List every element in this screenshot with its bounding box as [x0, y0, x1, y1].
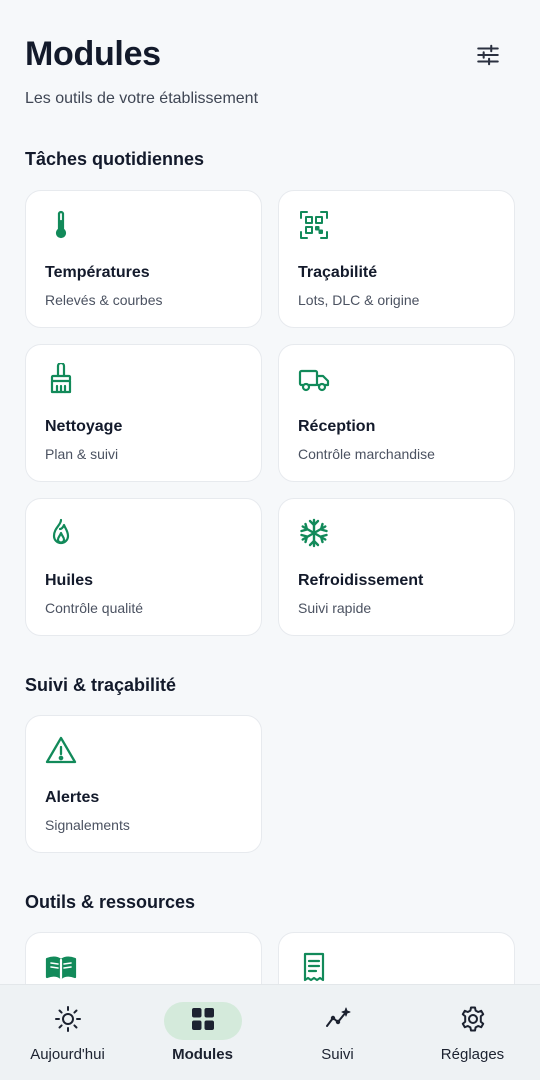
flame-icon — [52, 518, 70, 545]
card-subtitle: Suivi rapide — [298, 600, 372, 616]
card-title: Traçabilité — [298, 264, 378, 281]
warning-icon — [45, 736, 77, 764]
module-card-refroidissement[interactable]: Refroidissement Suivi rapide — [278, 498, 515, 636]
thermometer-icon — [55, 210, 67, 239]
card-subtitle: Signalements — [45, 817, 130, 833]
card-subtitle: Lots, DLC & origine — [298, 292, 420, 308]
nav-label: Suivi — [321, 1046, 354, 1063]
section-title-tools: Outils & ressources — [25, 892, 196, 912]
sun-icon — [54, 1005, 82, 1033]
receipt-icon — [303, 952, 325, 982]
nav-item-today[interactable]: Aujourd'hui — [0, 985, 135, 1080]
bottom-navigation: Aujourd'hui Modules Suivi Réglages — [0, 984, 540, 1080]
card-title: Alertes — [45, 789, 100, 806]
module-card-huiles[interactable]: Huiles Contrôle qualité — [25, 498, 262, 636]
nav-item-modules[interactable]: Modules — [135, 985, 270, 1080]
nav-item-settings[interactable]: Réglages — [405, 985, 540, 1080]
section-title-tracking: Suivi & traçabilité — [25, 675, 177, 695]
card-title: Réception — [298, 418, 376, 435]
card-title: Nettoyage — [45, 418, 123, 435]
nav-label: Modules — [172, 1046, 233, 1063]
gear-icon — [459, 1005, 487, 1033]
filter-button[interactable] — [471, 38, 505, 72]
nav-label: Aujourd'hui — [30, 1046, 105, 1063]
module-card-tracabilite[interactable]: Traçabilité Lots, DLC & origine — [278, 190, 515, 328]
card-subtitle: Relevés & courbes — [45, 292, 163, 308]
card-subtitle: Contrôle qualité — [45, 600, 144, 616]
grid-icon — [189, 1005, 217, 1033]
sliders-icon — [477, 44, 499, 66]
page-subtitle: Les outils de votre établissement — [25, 90, 259, 107]
truck-icon — [298, 369, 330, 392]
broom-icon — [50, 363, 72, 394]
card-subtitle: Plan & suivi — [45, 446, 119, 462]
page-header: Modules Les outils de votre établissemen… — [25, 34, 515, 107]
card-subtitle: Contrôle marchandise — [298, 446, 435, 462]
page-title: Modules — [25, 35, 161, 73]
card-title: Huiles — [45, 572, 94, 589]
book-icon — [45, 956, 77, 980]
card-title: Refroidissement — [298, 572, 424, 589]
nav-item-suivi[interactable]: Suivi — [270, 985, 405, 1080]
qr-code-icon — [300, 211, 328, 239]
module-card-nettoyage[interactable]: Nettoyage Plan & suivi — [25, 344, 262, 482]
trend-icon — [324, 1005, 352, 1033]
card-title: Températures — [45, 264, 150, 281]
section-title-daily: Tâches quotidiennes — [25, 149, 205, 169]
module-card-temperatures[interactable]: Températures Relevés & courbes — [25, 190, 262, 328]
module-card-reception[interactable]: Réception Contrôle marchandise — [278, 344, 515, 482]
nav-label: Réglages — [440, 1046, 505, 1063]
snowflake-icon — [300, 518, 328, 548]
modules-screen: Modules Les outils de votre établissemen… — [0, 0, 540, 1080]
module-card-alertes[interactable]: Alertes Signalements — [25, 715, 262, 853]
